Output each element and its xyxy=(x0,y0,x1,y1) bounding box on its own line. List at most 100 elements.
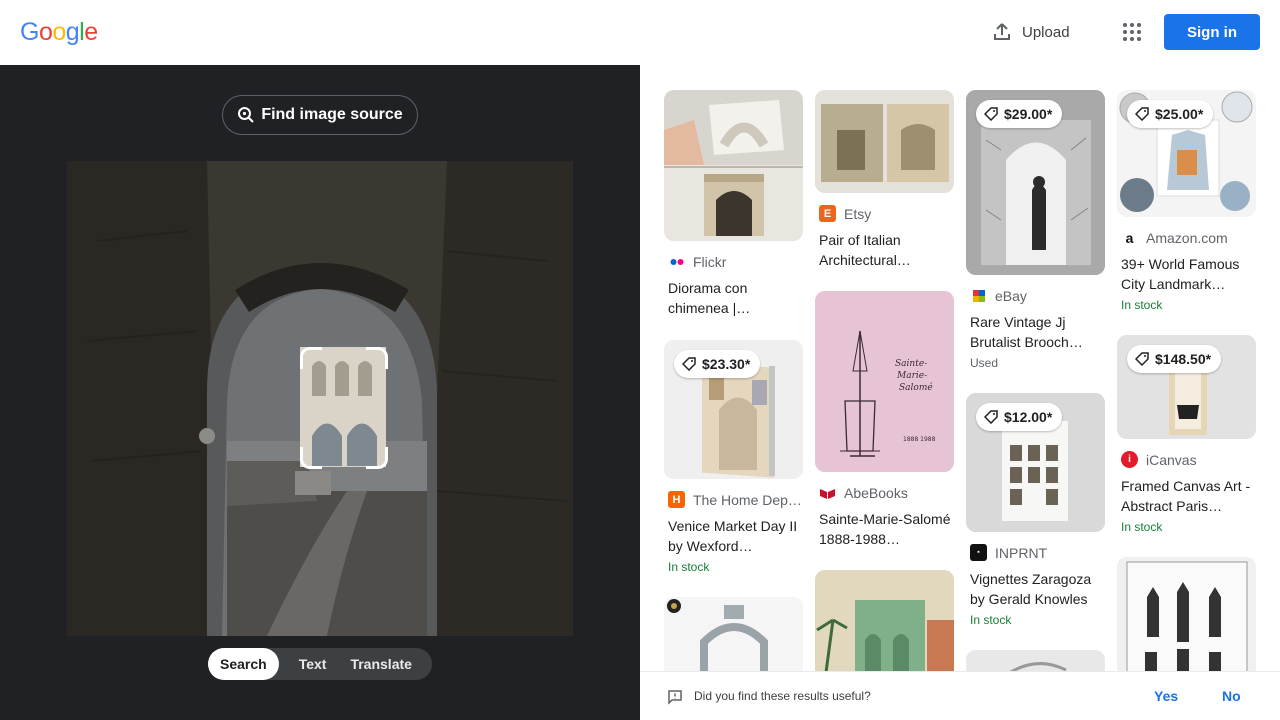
green-building-image xyxy=(815,570,954,671)
feedback-question: Did you find these results useful? xyxy=(694,689,871,703)
lens-image-panel: Find image source Search Text Translate xyxy=(0,65,640,720)
price-badge: $29.00* xyxy=(976,100,1063,128)
tab-text[interactable]: Text xyxy=(279,648,341,680)
result-source: Flickr xyxy=(664,253,803,270)
feedback-yes-button[interactable]: Yes xyxy=(1154,688,1178,704)
cover-title-line-3: Salomé xyxy=(899,382,933,393)
source-name: Etsy xyxy=(844,205,872,222)
result-card[interactable]: E Etsy Pair of Italian Architectural… xyxy=(815,90,954,270)
result-card[interactable]: Flickr Diorama con chimenea |… xyxy=(664,90,803,318)
sign-in-button[interactable]: Sign in xyxy=(1164,14,1260,50)
result-thumbnail[interactable]: $25.00* xyxy=(1117,90,1256,217)
diorama-image xyxy=(664,90,803,241)
result-title[interactable]: Rare Vintage Jj Brutalist Brooch… xyxy=(966,312,1105,352)
italian-architectural-image xyxy=(815,90,954,193)
arch-drawing-image xyxy=(664,597,803,671)
source-name: AbeBooks xyxy=(844,484,908,501)
result-title[interactable]: Vignettes Zaragoza by Gerald Knowles xyxy=(966,569,1105,609)
result-card[interactable] xyxy=(966,650,1105,671)
price-tag-icon xyxy=(984,107,998,121)
stock-status: In stock xyxy=(970,613,1012,627)
logo-letter: g xyxy=(65,18,80,46)
result-source: H The Home Dep… xyxy=(664,491,803,508)
find-image-source-label: Find image source xyxy=(261,106,403,123)
source-name: The Home Dep… xyxy=(693,491,802,508)
result-thumbnail[interactable]: $148.50* xyxy=(1117,335,1256,439)
cover-years: 1888 1988 xyxy=(903,436,936,443)
price-value: $12.00* xyxy=(1004,409,1053,425)
result-thumbnail[interactable] xyxy=(966,650,1105,671)
price-value: $148.50* xyxy=(1155,351,1212,367)
visual-matches-results: Flickr Diorama con chimenea |… $23.30* H… xyxy=(640,65,1280,671)
result-card[interactable] xyxy=(815,570,954,671)
price-tag-icon xyxy=(682,357,696,371)
sketch-image xyxy=(966,650,1105,671)
tab-search[interactable]: Search xyxy=(208,648,279,680)
upload-icon xyxy=(994,23,1010,40)
crop-handle-top-right[interactable] xyxy=(366,347,388,369)
crop-handle-top-left[interactable] xyxy=(300,347,322,369)
price-badge: $23.30* xyxy=(674,350,761,378)
result-title[interactable]: Framed Canvas Art - Abstract Paris… xyxy=(1117,476,1256,516)
icanvas-icon: i xyxy=(1121,451,1138,468)
result-thumbnail[interactable] xyxy=(1117,557,1256,671)
crop-handle-bottom-right[interactable] xyxy=(366,447,388,469)
result-title[interactable]: 39+ World Famous City Landmark… xyxy=(1117,254,1256,294)
source-name: eBay xyxy=(995,287,1027,304)
crop-selection-box[interactable] xyxy=(300,347,388,469)
crop-handle-bottom-left[interactable] xyxy=(300,447,322,469)
result-thumbnail[interactable]: $29.00* xyxy=(966,90,1105,275)
inprnt-icon: ▪ xyxy=(970,544,987,561)
stock-status: In stock xyxy=(668,560,710,574)
google-logo[interactable]: Google xyxy=(20,18,98,47)
feedback-icon xyxy=(668,690,682,705)
find-image-source-button[interactable]: Find image source xyxy=(222,95,418,135)
cover-title-line-2: Marie- xyxy=(896,371,927,381)
result-thumbnail[interactable]: $23.30* xyxy=(664,340,803,479)
condition-label: Used xyxy=(970,356,999,370)
lens-search-icon xyxy=(238,107,255,123)
logo-letter: G xyxy=(20,18,39,46)
upload-label: Upload xyxy=(1022,23,1070,41)
result-title[interactable]: Pair of Italian Architectural… xyxy=(815,230,954,270)
result-thumbnail[interactable]: Sainte- Marie- Salomé 1888 1988 xyxy=(815,291,954,472)
result-source: a Amazon.com xyxy=(1117,229,1256,246)
result-thumbnail[interactable] xyxy=(664,90,803,241)
result-thumbnail[interactable]: $12.00* xyxy=(966,393,1105,532)
price-badge: $148.50* xyxy=(1127,345,1222,373)
home-depot-icon: H xyxy=(668,491,685,508)
upload-button[interactable]: Upload xyxy=(992,20,1070,44)
result-thumbnail[interactable] xyxy=(664,597,803,671)
abebooks-icon xyxy=(819,484,836,501)
flickr-icon xyxy=(668,253,685,270)
logo-letter: o xyxy=(38,18,53,46)
price-tag-icon xyxy=(984,410,998,424)
price-tag-icon xyxy=(1135,352,1149,366)
result-thumbnail[interactable] xyxy=(815,570,954,671)
ebay-icon xyxy=(970,287,987,304)
price-value: $23.30* xyxy=(702,356,751,372)
result-card[interactable]: $23.30* H The Home Dep… Venice Market Da… xyxy=(664,340,803,574)
result-card[interactable]: $148.50* i iCanvas Framed Canvas Art - A… xyxy=(1117,335,1256,534)
tab-translate[interactable]: Translate xyxy=(340,648,423,680)
result-title[interactable]: Venice Market Day II by Wexford… xyxy=(664,516,803,556)
result-title[interactable]: Diorama con chimenea |… xyxy=(664,278,803,318)
result-card[interactable]: $12.00* ▪ INPRNT Vignettes Zaragoza by G… xyxy=(966,393,1105,627)
sainte-marie-salome-image: Sainte- Marie- Salomé 1888 1988 xyxy=(815,291,954,472)
result-title[interactable]: Sainte-Marie-Salomé 1888-1988… xyxy=(815,509,954,549)
source-name: INPRNT xyxy=(995,544,1048,561)
result-card[interactable]: $29.00* eBay Rare Vintage Jj Brutalist B… xyxy=(966,90,1105,370)
result-card[interactable]: Sainte- Marie- Salomé 1888 1988 AbeBooks… xyxy=(815,291,954,549)
sketch-window-image xyxy=(1117,557,1256,671)
stock-status: In stock xyxy=(1121,520,1163,534)
result-card[interactable]: $25.00* a Amazon.com 39+ World Famous Ci… xyxy=(1117,90,1256,312)
result-thumbnail[interactable] xyxy=(815,90,954,193)
amazon-icon: a xyxy=(1121,229,1138,246)
feedback-bar: Did you find these results useful? Yes N… xyxy=(640,671,1280,720)
apps-grid-icon[interactable] xyxy=(1121,21,1143,43)
result-card[interactable] xyxy=(1117,557,1256,671)
feedback-no-button[interactable]: No xyxy=(1222,688,1241,704)
result-card[interactable] xyxy=(664,597,803,671)
logo-letter: o xyxy=(52,18,66,46)
price-value: $29.00* xyxy=(1004,106,1053,122)
